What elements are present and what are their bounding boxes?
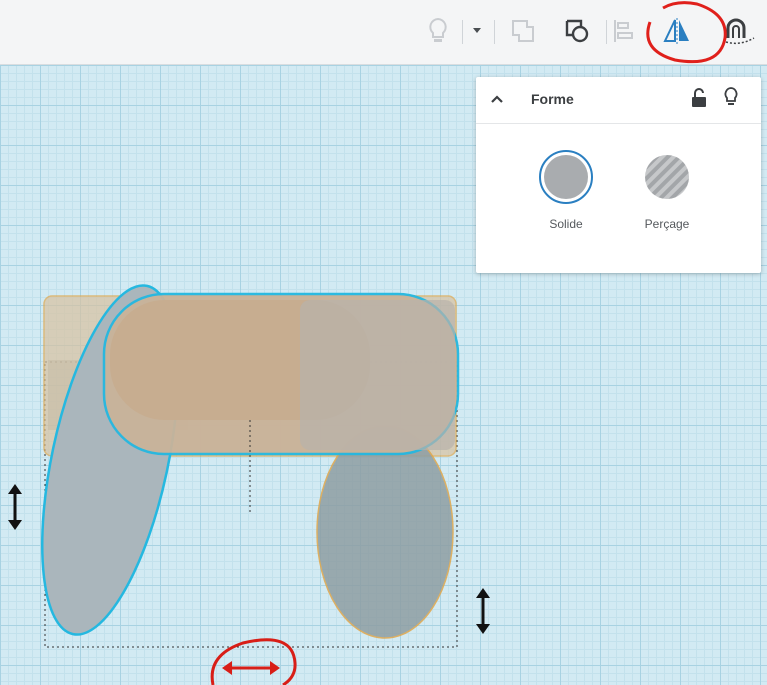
hole-swatch-icon (645, 155, 689, 199)
inspector-header: Forme (476, 77, 761, 124)
shape-inspector: Forme Solide Perçage (476, 77, 761, 273)
hole-label: Perçage (644, 217, 690, 231)
right-leg-shape (316, 425, 454, 639)
solid-swatch-icon (539, 150, 593, 204)
solid-label: Solide (549, 217, 583, 231)
height-handle-left-icon (8, 484, 22, 530)
lock-icon[interactable] (690, 87, 708, 113)
mirror-highlight-circle (646, 1, 727, 64)
height-handle-right-icon (476, 588, 490, 634)
inspector-title: Forme (531, 91, 574, 107)
collapse-chevron-icon[interactable] (490, 91, 504, 110)
solid-option[interactable]: Solide (526, 149, 606, 231)
hole-option[interactable]: Perçage (627, 149, 707, 231)
lightbulb-icon[interactable] (722, 86, 740, 114)
